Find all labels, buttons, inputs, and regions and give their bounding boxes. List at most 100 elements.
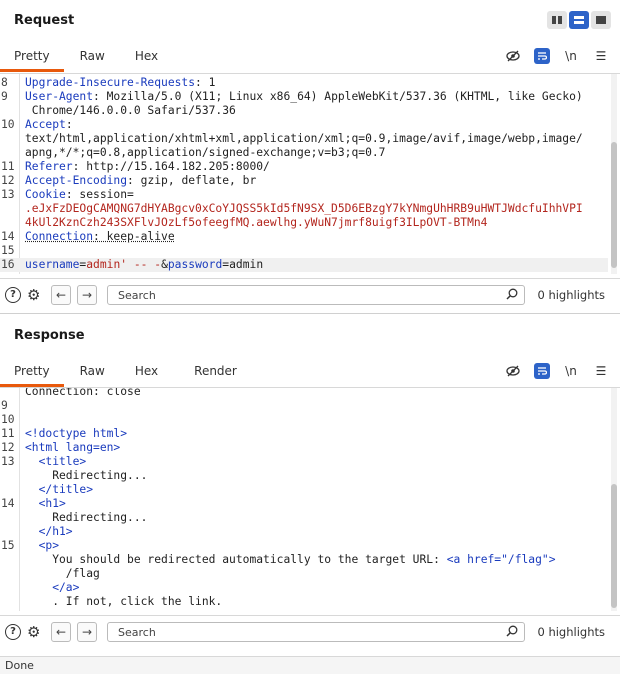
response-line: 9 [0, 399, 608, 413]
request-line-code: Accept-Encoding: gzip, deflate, br [25, 174, 608, 188]
response-search-input[interactable] [116, 625, 500, 640]
gear-icon[interactable]: ⚙ [27, 623, 40, 641]
tab-request-hex[interactable]: Hex [119, 41, 172, 71]
previous-match-button[interactable]: ← [51, 285, 71, 305]
line-number: 12 [0, 174, 18, 188]
request-editor[interactable]: 8 Upgrade-Insecure-Requests: 1 9 User-Agent… [0, 73, 620, 274]
line-number: 8 [0, 76, 18, 90]
response-line-code: <html lang=en> [25, 441, 608, 455]
response-line: </title> [0, 483, 608, 497]
response-editor[interactable]: Connection: close 9 10 11 <!doctype html> 12 <… [0, 387, 620, 611]
panel-divider[interactable] [0, 313, 620, 314]
request-line: 4kUl2KznCzh243SXFlvJOzLf5ofeegfMQ.aewlhg… [0, 216, 608, 230]
response-line [0, 609, 608, 611]
request-title: Request [14, 13, 74, 28]
request-line-code: .eJxFzDEOgCAMQNG7dHYABgcv0xCoYJQSS5kId5f… [25, 202, 608, 216]
response-highlights-count: 0 highlights [537, 625, 605, 639]
newline-toggle-icon[interactable]: \n [562, 362, 580, 380]
request-search-bar: ? ⚙ ← → 0 highlights [0, 278, 620, 313]
help-icon[interactable]: ? [5, 624, 21, 640]
previous-match-button[interactable]: ← [51, 622, 71, 642]
layout-columns-button[interactable] [547, 11, 567, 29]
request-line: 8 Upgrade-Insecure-Requests: 1 [0, 76, 608, 90]
search-icon [506, 288, 518, 303]
response-line-code: You should be redirected automatically t… [25, 553, 608, 567]
request-line: .eJxFzDEOgCAMQNG7dHYABgcv0xCoYJQSS5kId5f… [0, 202, 608, 216]
newline-toggle-icon[interactable]: \n [562, 47, 580, 65]
eye-slash-icon[interactable] [504, 362, 522, 380]
line-number: 11 [0, 427, 18, 441]
request-line-code: apng,*/*;q=0.8,application/signed-exchan… [25, 146, 608, 160]
wrap-lines-icon[interactable] [534, 48, 550, 64]
line-number: 13 [0, 455, 18, 469]
line-number: 14 [0, 497, 18, 511]
response-line-code: <h1> [25, 497, 608, 511]
gear-icon[interactable]: ⚙ [27, 286, 40, 304]
response-line: /flag [0, 567, 608, 581]
request-line-code: 4kUl2KznCzh243SXFlvJOzLf5ofeegfMQ.aewlhg… [25, 216, 608, 230]
hamburger-menu-icon[interactable]: ☰ [592, 47, 610, 65]
response-line: Redirecting... [0, 511, 608, 525]
request-line-code: Referer: http://15.164.182.205:8000/ [25, 160, 608, 174]
line-number: 9 [0, 90, 18, 104]
request-scrollbar[interactable] [611, 142, 617, 268]
response-line: 10 [0, 413, 608, 427]
request-line-code: text/html,application/xhtml+xml,applicat… [25, 132, 608, 146]
line-number: 14 [0, 230, 18, 244]
response-line: Connection: close [0, 387, 608, 399]
tab-response-raw[interactable]: Raw [64, 356, 119, 386]
next-match-button[interactable]: → [77, 622, 97, 642]
request-line-code: Accept: [25, 118, 608, 132]
response-scrollbar[interactable] [611, 484, 617, 608]
tab-response-render[interactable]: Render [172, 356, 251, 386]
request-line-code: Chrome/146.0.0.0 Safari/537.36 [25, 104, 608, 118]
response-line: 13 <title> [0, 455, 608, 469]
request-line: 15 [0, 244, 608, 258]
tab-response-hex[interactable]: Hex [119, 356, 172, 386]
response-line-code: Redirecting... [25, 469, 608, 483]
hamburger-menu-icon[interactable]: ☰ [592, 362, 610, 380]
request-line: 11 Referer: http://15.164.182.205:8000/ [0, 160, 608, 174]
eye-slash-icon[interactable] [504, 47, 522, 65]
line-number: 13 [0, 188, 18, 202]
response-line: 15 <p> [0, 539, 608, 553]
response-line-code: </a> [25, 581, 608, 595]
next-match-button[interactable]: → [77, 285, 97, 305]
response-line: 11 <!doctype html> [0, 427, 608, 441]
response-line-code: </title> [25, 483, 608, 497]
response-line: 14 <h1> [0, 497, 608, 511]
line-number: 11 [0, 160, 18, 174]
response-view-options: \n ☰ [504, 356, 610, 386]
request-line: 14 Connection: keep-alive [0, 230, 608, 244]
response-line-code: <p> [25, 539, 608, 553]
response-search-bar: ? ⚙ ← → 0 highlights [0, 615, 620, 650]
help-icon[interactable]: ? [5, 287, 21, 303]
layout-rows-button[interactable] [569, 11, 589, 29]
line-number: 15 [0, 539, 18, 553]
request-line: text/html,application/xhtml+xml,applicat… [0, 132, 608, 146]
wrap-lines-icon[interactable] [534, 363, 550, 379]
request-line: 9 User-Agent: Mozilla/5.0 (X11; Linux x86… [0, 90, 608, 104]
response-line: . If not, click the link. [0, 595, 608, 609]
tab-request-raw[interactable]: Raw [64, 41, 119, 71]
line-number: 10 [0, 118, 18, 132]
request-line-code: Connection: keep-alive [25, 230, 608, 244]
line-number: 16 [0, 258, 18, 272]
layout-tabs-button[interactable] [591, 11, 611, 29]
request-line: Chrome/146.0.0.0 Safari/537.36 [0, 104, 608, 118]
status-bar: Done [0, 656, 620, 674]
request-line: 16 username=admin' -- -&password=admin [0, 258, 608, 272]
tab-request-pretty[interactable]: Pretty [0, 41, 64, 71]
response-line: Redirecting... [0, 469, 608, 483]
request-search-input[interactable] [116, 288, 500, 303]
tab-response-pretty[interactable]: Pretty [0, 356, 64, 386]
request-line: 10 Accept: [0, 118, 608, 132]
search-icon [506, 625, 518, 640]
request-line-code: Upgrade-Insecure-Requests: 1 [25, 76, 608, 90]
request-line-code: username=admin' -- -&password=admin [25, 258, 608, 272]
response-line-code: Redirecting... [25, 511, 608, 525]
response-line-code: <!doctype html> [25, 427, 608, 441]
request-view-options: \n ☰ [504, 41, 610, 71]
request-line: 13 Cookie: session= [0, 188, 608, 202]
line-number: 12 [0, 441, 18, 455]
